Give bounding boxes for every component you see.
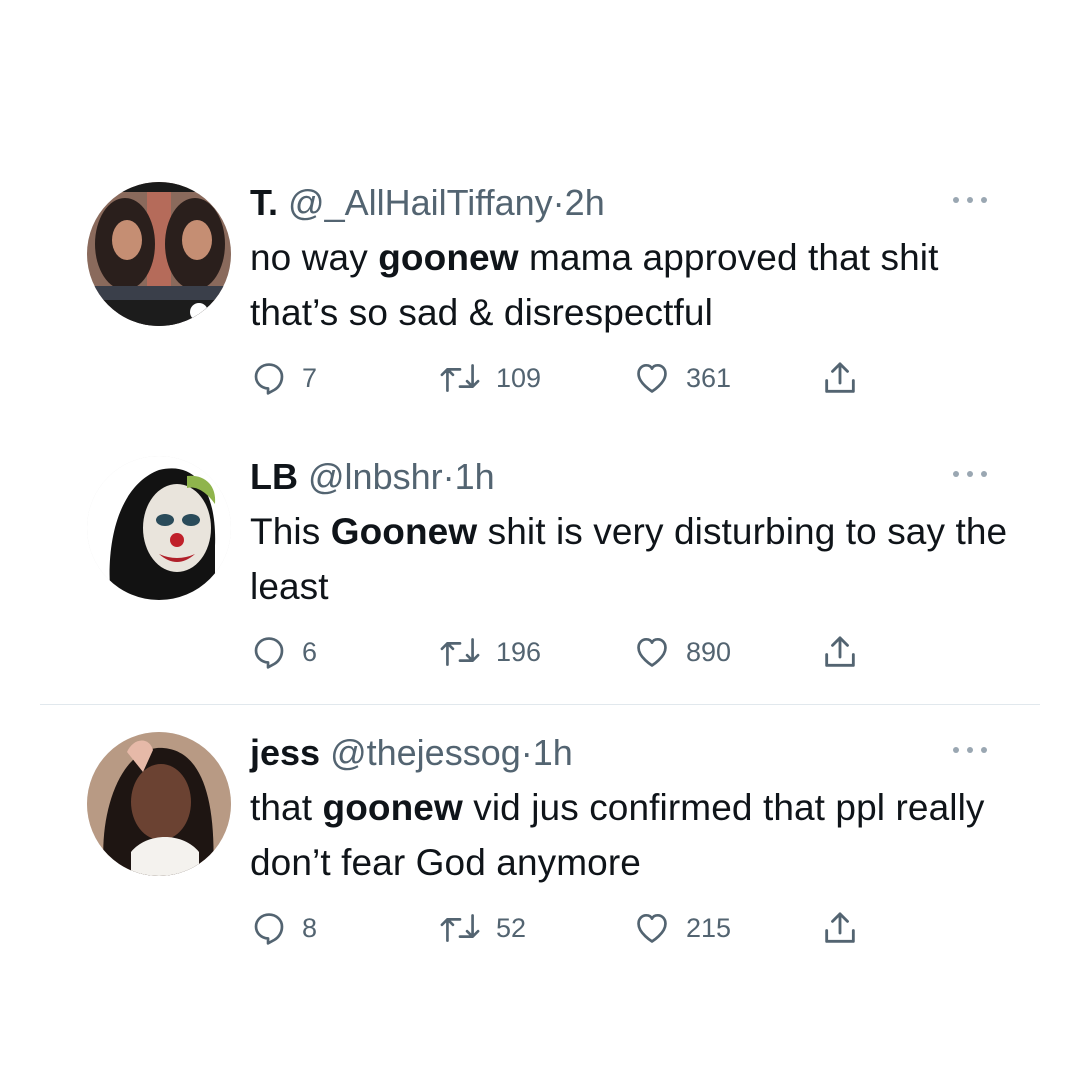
more-icon[interactable] [948,190,992,210]
tweet-actions: 7 109 361 [0,358,1080,398]
avatar-image [87,456,231,600]
tweet-text: that goonew vid jus confirmed that ppl r… [250,780,1010,890]
reply-button[interactable]: 7 [250,358,317,398]
separator-dot: · [552,182,565,223]
display-name[interactable]: LB [250,456,298,497]
more-icon[interactable] [948,464,992,484]
tweet-header: jess @thejessog·1h [250,730,573,776]
tweet-text: no way goonew mama approved that shit th… [250,230,1010,340]
tweet-text-bold: goonew [322,787,463,828]
like-button[interactable]: 215 [632,908,731,948]
timestamp[interactable]: 1h [533,732,573,773]
avatar[interactable] [87,456,231,600]
reply-count: 7 [302,362,318,393]
user-handle[interactable]: @thejessog [330,732,521,773]
reply-icon [250,909,288,947]
retweet-icon [438,909,482,947]
tweet-text-part: no way [250,237,379,278]
divider [40,704,1040,705]
retweet-button[interactable]: 109 [438,358,541,398]
avatar-image [87,182,231,326]
share-icon [820,908,860,948]
separator-dot: · [442,456,455,497]
like-count: 361 [686,362,732,393]
tweet-header: T. @_AllHailTiffany·2h [250,180,605,226]
more-icon[interactable] [948,740,992,760]
display-name[interactable]: T. [250,182,278,223]
retweet-count: 52 [496,912,527,943]
retweet-icon [438,359,482,397]
display-name[interactable]: jess [250,732,320,773]
like-count: 890 [686,636,732,667]
separator-dot: · [520,732,533,773]
tweet-actions: 8 52 215 [0,908,1080,948]
tweet-text-part: that [250,787,323,828]
tweet-actions: 6 196 890 [0,632,1080,672]
share-button[interactable] [820,358,860,398]
retweet-button[interactable]: 196 [438,632,541,672]
tweet-text-bold: Goonew [330,511,478,552]
reply-button[interactable]: 8 [250,908,317,948]
tweet-text-part: This [250,511,331,552]
user-handle[interactable]: @_AllHailTiffany [288,182,553,223]
share-icon [820,632,860,672]
tweet-text-bold: goonew [378,237,519,278]
like-button[interactable]: 890 [632,632,731,672]
like-button[interactable]: 361 [632,358,731,398]
reply-count: 8 [302,912,318,943]
share-button[interactable] [820,632,860,672]
timestamp[interactable]: 2h [565,182,605,223]
avatar[interactable] [87,732,231,876]
heart-icon [632,909,672,947]
share-button[interactable] [820,908,860,948]
user-handle[interactable]: @lnbshr [308,456,443,497]
avatar-image [87,732,231,876]
reply-icon [250,633,288,671]
share-icon [820,358,860,398]
retweet-count: 109 [496,362,542,393]
like-count: 215 [686,912,732,943]
retweet-button[interactable]: 52 [438,908,526,948]
heart-icon [632,359,672,397]
reply-icon [250,359,288,397]
avatar[interactable] [87,182,231,326]
timestamp[interactable]: 1h [455,456,495,497]
tweet-text: This Goonew shit is very disturbing to s… [250,504,1010,614]
retweet-count: 196 [496,636,542,667]
retweet-icon [438,633,482,671]
reply-button[interactable]: 6 [250,632,317,672]
reply-count: 6 [302,636,318,667]
tweet-header: LB @lnbshr·1h [250,454,495,500]
heart-icon [632,633,672,671]
